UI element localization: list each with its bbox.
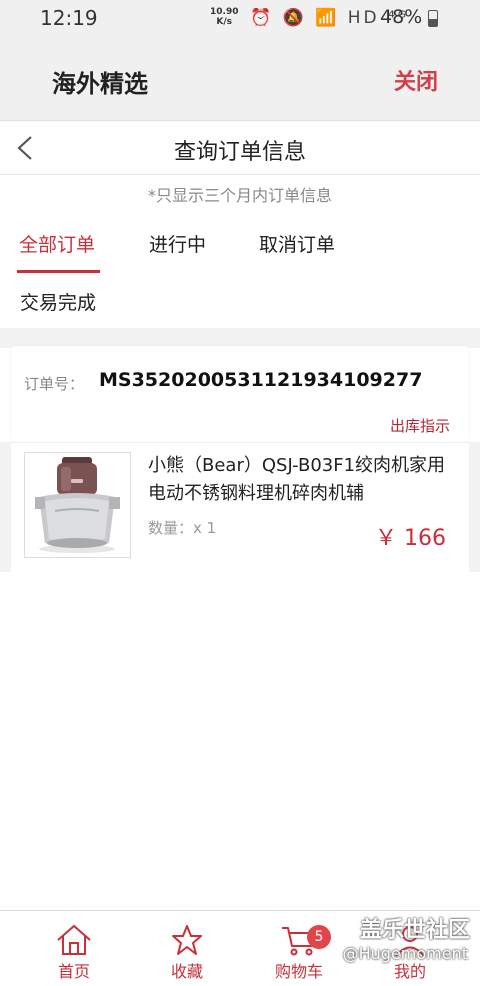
order-tabs: 全部订单 进行中 取消订单 交易完成 — [0, 222, 480, 328]
page-title: 查询订单信息 — [173, 140, 306, 165]
delivery-instruction-link[interactable]: 出库指示 — [390, 415, 450, 436]
watermark: 盖乐世社区 @Hugemoment — [310, 912, 480, 963]
home-icon — [57, 924, 91, 955]
network-speed: 10.90 K/s — [210, 7, 238, 27]
nav-favorites[interactable]: 收藏 — [139, 911, 235, 986]
product-image — [24, 452, 131, 558]
product-item[interactable]: 小熊（Bear）QSJ-B03F1绞肉机家用电动不锈钢料理机碎肉机辅 数量：x … — [11, 442, 469, 572]
status-time: 12:19 — [40, 6, 98, 30]
tab-in-progress[interactable]: 进行中 — [149, 230, 206, 257]
nav-home-label: 首页 — [57, 962, 90, 981]
close-button[interactable]: 关闭 — [394, 64, 438, 96]
nav-bar: 查询订单信息 — [0, 121, 480, 175]
section-divider — [0, 328, 480, 348]
product-price: ￥ 166 — [375, 526, 446, 551]
watermark-title: 盖乐世社区 — [359, 918, 470, 943]
order-card[interactable]: 订单号： MS352020053112193410927​7 出库指示 — [11, 346, 469, 442]
nav-home[interactable]: 首页 — [26, 911, 122, 986]
nav-favorites-label: 收藏 — [170, 962, 203, 981]
battery-fill — [429, 18, 437, 26]
product-name: 小熊（Bear）QSJ-B03F1绞肉机家用电动不锈钢料理机碎肉机辅 — [148, 455, 446, 504]
tab-completed[interactable]: 交易完成 — [20, 288, 96, 315]
watermark-handle: @Hugemoment — [342, 944, 468, 963]
active-tab-indicator — [17, 270, 100, 273]
speed-value: 10.90 — [210, 7, 239, 17]
notice-text: *只显示三个月内订单信息 — [147, 186, 332, 205]
side-padding-right — [469, 442, 480, 572]
star-icon — [172, 925, 202, 955]
status-bar: 12:19 10.90 K/s ⏰ 🔕 📶 HD ⁴ᴳ 48% — [0, 0, 480, 38]
tab-all-orders[interactable]: 全部订单 — [19, 230, 95, 257]
order-number: MS352020053112193410927​7 — [99, 369, 423, 391]
battery-percent: 48% — [380, 6, 423, 28]
meat-grinder-image — [35, 457, 120, 553]
order-number-label: 订单号： — [24, 375, 85, 393]
app-header: 海外精选 关闭 — [0, 38, 480, 121]
product-quantity: 数量：x 1 — [148, 519, 217, 537]
speed-unit: K/s — [216, 17, 233, 27]
tab-cancelled[interactable]: 取消订单 — [259, 230, 335, 257]
side-padding-left — [0, 442, 11, 572]
app-title: 海外精选 — [52, 70, 148, 98]
battery-icon — [428, 10, 438, 27]
